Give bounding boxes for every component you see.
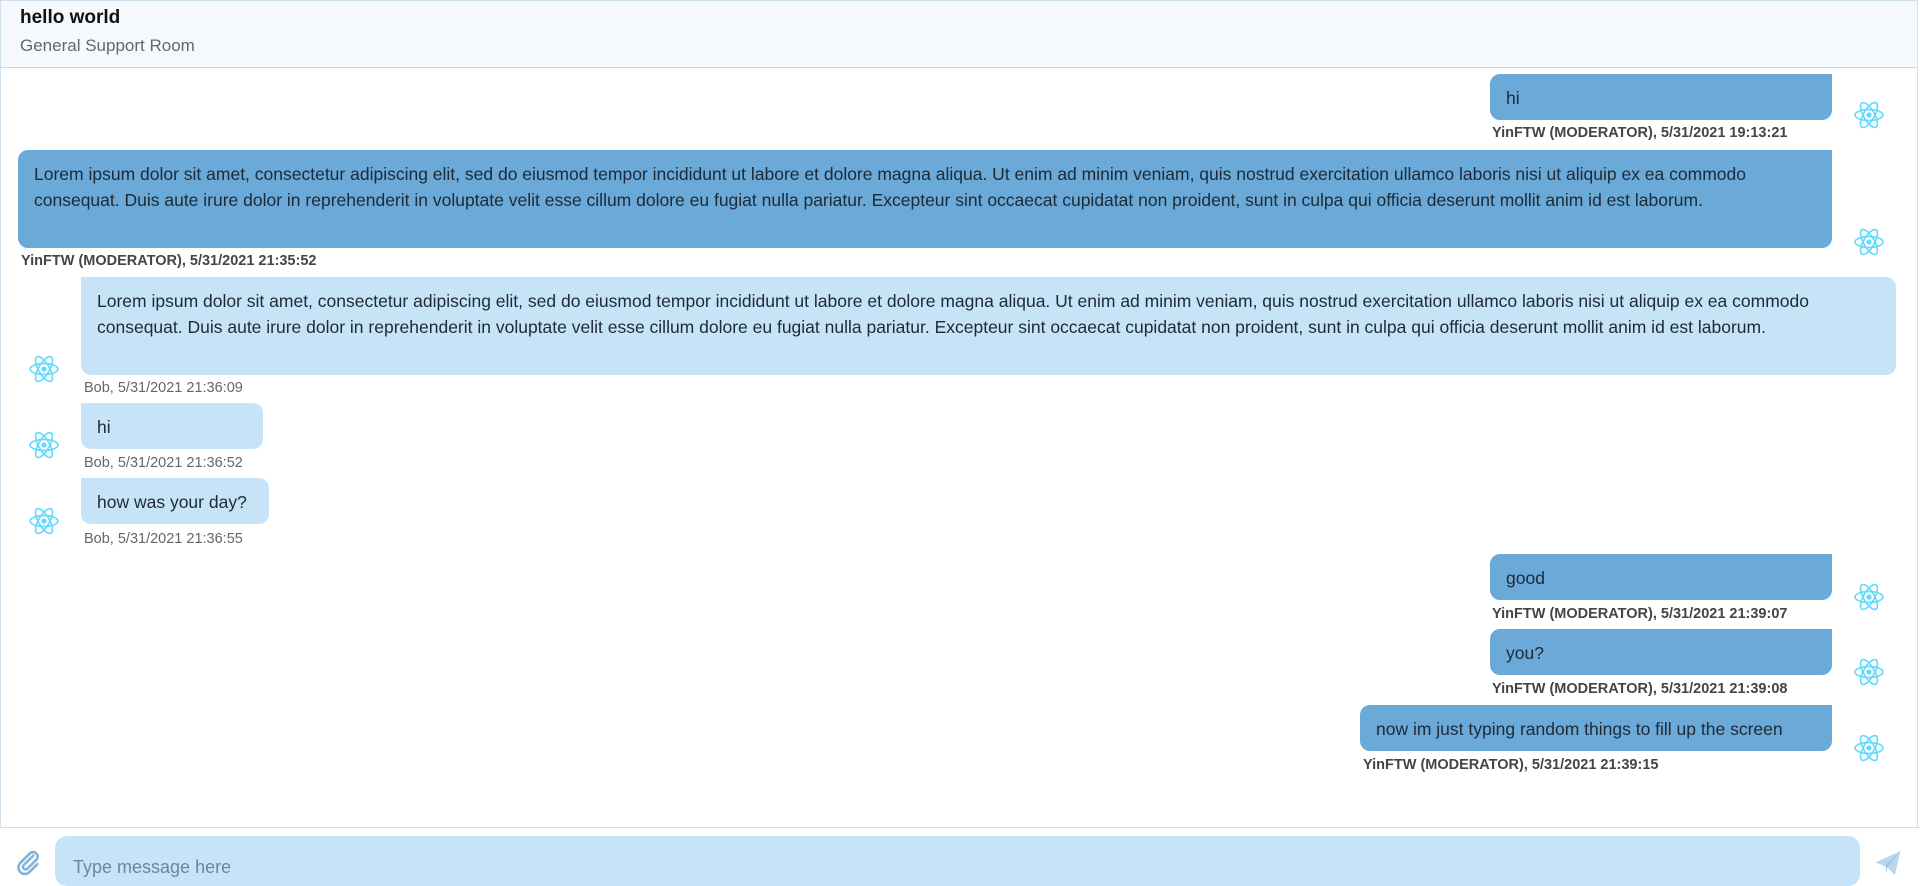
message-bubble: hi xyxy=(81,403,263,449)
message-bubble: how was your day? xyxy=(81,478,269,524)
paper-plane-icon[interactable] xyxy=(1873,848,1903,878)
react-atom-icon xyxy=(29,429,59,461)
message-meta: YinFTW (MODERATOR), 5/31/2021 21:35:52 xyxy=(21,253,317,269)
message-list[interactable]: hi YinFTW (MODERATOR), 5/31/2021 19:13:2… xyxy=(0,68,1918,827)
message-text: hi xyxy=(97,417,111,437)
message-bubble: good xyxy=(1490,554,1832,600)
message-meta: YinFTW (MODERATOR), 5/31/2021 21:39:08 xyxy=(1492,681,1788,697)
message-meta: Bob, 5/31/2021 21:36:55 xyxy=(84,531,243,547)
message-meta: Bob, 5/31/2021 21:36:09 xyxy=(84,380,243,396)
react-atom-icon xyxy=(29,353,59,385)
message-text: how was your day? xyxy=(97,492,247,512)
message-bubble: hi xyxy=(1490,74,1832,120)
react-atom-icon xyxy=(1854,99,1884,131)
react-atom-icon xyxy=(1854,732,1884,764)
message-text: Lorem ipsum dolor sit amet, consectetur … xyxy=(34,164,1746,210)
message-text: now im just typing random things to fill… xyxy=(1376,719,1783,739)
message-bubble: Lorem ipsum dolor sit amet, consectetur … xyxy=(18,150,1832,248)
message-bubble: you? xyxy=(1490,629,1832,675)
react-atom-icon xyxy=(1854,226,1884,258)
message-text: Lorem ipsum dolor sit amet, consectetur … xyxy=(97,291,1809,337)
message-meta: YinFTW (MODERATOR), 5/31/2021 19:13:21 xyxy=(1492,125,1788,141)
message-text: hi xyxy=(1506,88,1520,108)
room-title: hello world xyxy=(20,7,121,28)
message-text: you? xyxy=(1506,643,1544,663)
react-atom-icon xyxy=(1854,656,1884,688)
room-subtitle: General Support Room xyxy=(20,36,195,55)
message-bubble: Lorem ipsum dolor sit amet, consectetur … xyxy=(81,277,1896,375)
react-atom-icon xyxy=(1854,581,1884,613)
message-meta: Bob, 5/31/2021 21:36:52 xyxy=(84,455,243,471)
message-composer xyxy=(0,827,1920,886)
message-meta: YinFTW (MODERATOR), 5/31/2021 21:39:07 xyxy=(1492,606,1788,622)
react-atom-icon xyxy=(29,505,59,537)
room-header: hello world General Support Room xyxy=(0,0,1918,68)
message-meta: YinFTW (MODERATOR), 5/31/2021 21:39:15 xyxy=(1363,757,1659,773)
message-bubble: now im just typing random things to fill… xyxy=(1360,705,1832,751)
paperclip-icon[interactable] xyxy=(14,848,42,876)
message-text: good xyxy=(1506,568,1545,588)
